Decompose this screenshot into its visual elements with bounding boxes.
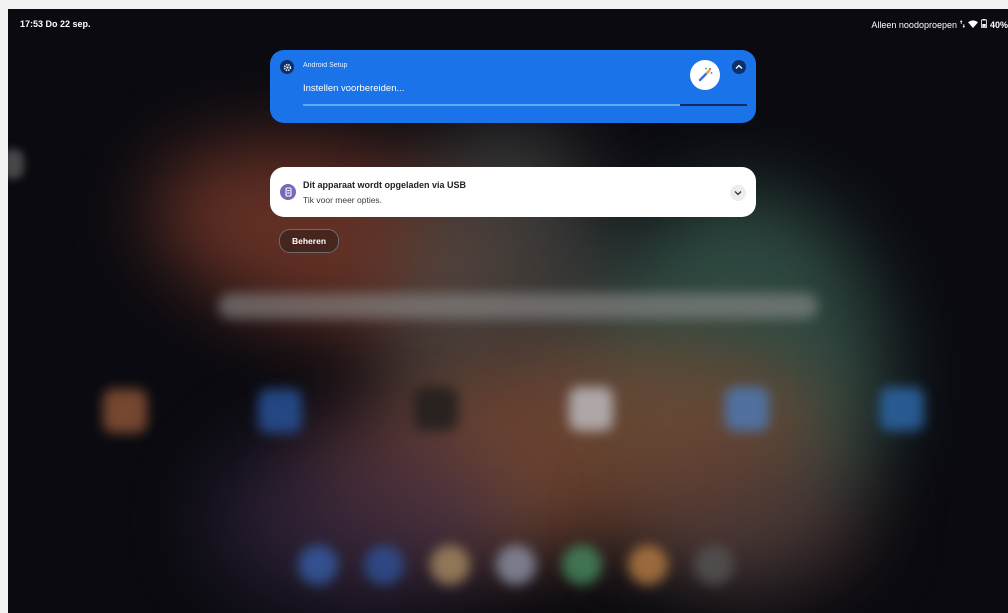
battery-percent: 40%: [989, 19, 1008, 30]
blurred-dock-icon: [364, 545, 404, 585]
blurred-dock-icon: [430, 545, 470, 585]
battery-icon: [981, 19, 987, 30]
manage-notifications-button[interactable]: Beheren: [279, 229, 340, 253]
status-time-date: 17:53 Do 22 sep.: [20, 19, 91, 29]
blurred-search-bar: [218, 293, 818, 319]
data-arrows-icon: [959, 19, 965, 30]
notification-title: Dit apparaat wordt opgeladen via USB: [303, 180, 467, 190]
usb-notification[interactable]: Dit apparaat wordt opgeladen via USB Tik…: [270, 167, 756, 217]
blurred-app-icon: [103, 389, 147, 433]
blurred-dock-icon: [496, 545, 536, 585]
blurred-dock-icon: [694, 545, 734, 585]
usb-charging-icon: [280, 184, 296, 200]
setup-progress-fill: [680, 104, 747, 106]
device-screen: 17:53 Do 22 sep. Alleen noodoproepen 40%…: [8, 9, 1008, 613]
status-bar[interactable]: 17:53 Do 22 sep. Alleen noodoproepen 40%: [8, 9, 1008, 39]
wallpaper-shape: [208, 429, 508, 609]
notification-title: Instellen voorbereiden...: [303, 83, 405, 94]
network-status: Alleen noodoproepen: [871, 19, 957, 30]
blurred-app-icon: [414, 387, 458, 431]
chevron-up-icon[interactable]: [732, 60, 746, 74]
wifi-icon: [967, 19, 978, 30]
blurred-dock-icon: [298, 545, 338, 585]
chevron-down-icon[interactable]: [730, 185, 746, 201]
setup-notification[interactable]: Android Setup Instellen voorbereiden...: [270, 50, 756, 123]
edge-widget-blur: [8, 149, 24, 179]
blurred-dock-icon: [628, 545, 668, 585]
blurred-app-icon: [569, 387, 613, 431]
magic-wand-icon: [690, 60, 720, 90]
gear-icon: [280, 60, 294, 74]
blurred-app-icon: [725, 387, 769, 431]
status-right-group: Alleen noodoproepen 40%: [871, 19, 1008, 30]
setup-progress-bar: [303, 104, 747, 106]
notification-app-name: Android Setup: [303, 62, 348, 69]
blurred-app-icon: [880, 387, 924, 431]
blurred-app-icon: [258, 389, 302, 433]
notification-subtitle: Tik voor meer opties.: [303, 195, 383, 205]
blurred-dock-icon: [562, 545, 602, 585]
